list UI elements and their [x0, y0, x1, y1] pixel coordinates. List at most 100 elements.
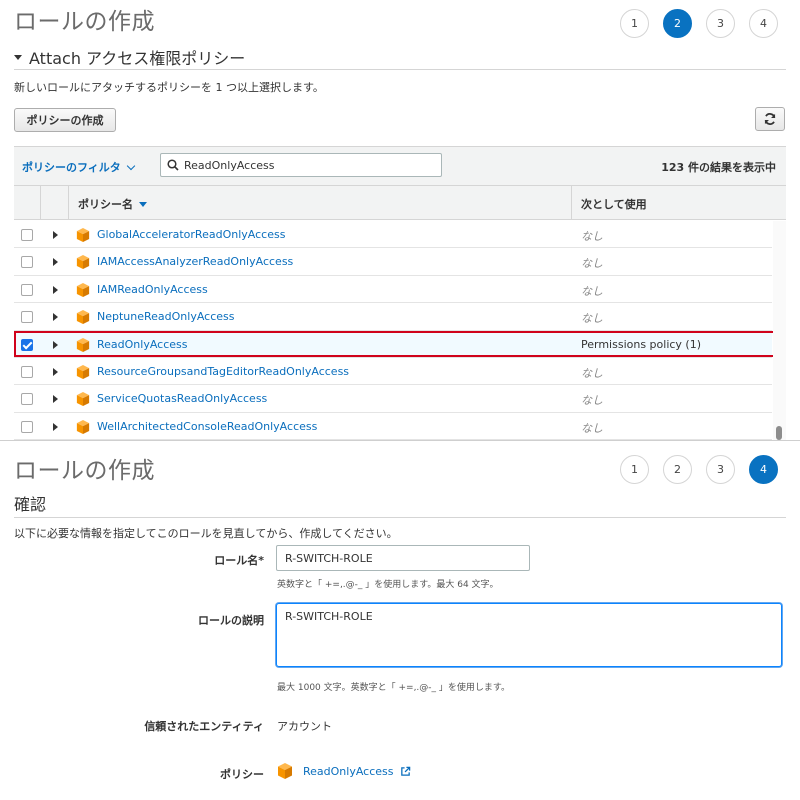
row-checkbox[interactable]	[21, 365, 33, 378]
search-box[interactable]	[160, 153, 442, 177]
role-description-hint: 最大 1000 文字。英数字と「 +=,.@-_ 」を使用します。	[277, 683, 511, 693]
row-checkbox[interactable]	[21, 229, 33, 241]
section-divider	[14, 517, 786, 518]
policy-used-as: なし	[581, 366, 603, 380]
policy-used-as: なし	[581, 257, 603, 271]
column-policy-name-label: ポリシー名	[78, 198, 133, 211]
policy-name-link[interactable]: NeptuneReadOnlyAccess	[97, 310, 235, 323]
table-row[interactable]: NeptuneReadOnlyAccess なし	[14, 303, 772, 331]
policy-link-text[interactable]: ReadOnlyAccess	[303, 765, 394, 778]
policy-label: ポリシー	[220, 768, 264, 781]
policy-cube-icon	[76, 227, 90, 246]
step-1[interactable]: 1	[620, 455, 649, 484]
expand-triangle-icon[interactable]	[53, 367, 58, 376]
section-header[interactable]: Attach アクセス権限ポリシー	[14, 44, 786, 70]
policy-link[interactable]: ReadOnlyAccess	[277, 762, 411, 780]
step-1[interactable]: 1	[620, 9, 649, 38]
table-row[interactable]: ResourceGroupsandTagEditorReadOnlyAccess…	[14, 358, 772, 386]
section-title: Attach アクセス権限ポリシー	[29, 48, 246, 68]
role-name-hint: 英数字と「 +=,.@-_ 」を使用します。最大 64 文字。	[277, 580, 499, 590]
refresh-button[interactable]	[755, 107, 785, 131]
table-row[interactable]: WellArchitectedConsoleReadOnlyAccess なし	[14, 413, 772, 441]
policy-used-as: なし	[581, 312, 603, 326]
trusted-entity-label: 信頼されたエンティティ	[144, 720, 264, 733]
filter-label: ポリシーのフィルタ	[22, 161, 121, 174]
step-2[interactable]: 2	[663, 455, 692, 484]
section-description: 新しいロールにアタッチするポリシーを 1 つ以上選択します。	[14, 81, 324, 94]
step-indicator: 1 2 3 4	[620, 455, 778, 484]
column-used-as: 次として使用	[581, 198, 647, 211]
search-icon	[167, 159, 179, 171]
column-policy-name[interactable]: ポリシー名	[78, 196, 147, 212]
expand-triangle-icon[interactable]	[53, 395, 58, 404]
row-checkbox[interactable]	[21, 420, 33, 433]
trusted-entity-value: アカウント	[277, 720, 332, 733]
step-3[interactable]: 3	[706, 9, 735, 38]
sort-caret-icon	[139, 201, 147, 207]
step-indicator: 1 2 3 4	[620, 9, 778, 38]
role-name-input[interactable]	[276, 545, 530, 571]
scrollbar-thumb[interactable]	[776, 426, 782, 440]
search-input[interactable]	[184, 158, 424, 172]
policy-cube-icon	[76, 419, 90, 438]
expand-triangle-icon[interactable]	[53, 313, 58, 322]
external-link-icon[interactable]	[400, 766, 411, 777]
row-checkbox[interactable]	[21, 256, 33, 269]
section-title: 確認	[14, 495, 47, 514]
chevron-down-icon	[126, 161, 136, 170]
policy-used-as: なし	[581, 421, 603, 435]
expand-triangle-icon[interactable]	[53, 422, 58, 431]
filter-bar: ポリシーのフィルタ 123 件の結果を表示中	[14, 146, 786, 186]
policy-cube-icon	[76, 364, 90, 383]
policy-cube-icon	[76, 391, 90, 410]
column-divider	[571, 186, 572, 220]
policy-cube-icon	[76, 254, 90, 273]
policy-name-link[interactable]: IAMAccessAnalyzerReadOnlyAccess	[97, 255, 293, 268]
column-divider	[40, 186, 41, 220]
table-row[interactable]: ServiceQuotasReadOnlyAccess なし	[14, 385, 772, 413]
step-2[interactable]: 2	[663, 9, 692, 38]
policy-cube-icon	[76, 309, 90, 328]
caret-down-icon	[14, 54, 22, 60]
expand-triangle-icon[interactable]	[53, 258, 58, 267]
policy-name-link[interactable]: IAMReadOnlyAccess	[97, 283, 208, 296]
table-row[interactable]: ReadOnlyAccess Permissions policy (1)	[14, 330, 772, 358]
row-checkbox[interactable]	[21, 283, 33, 296]
policy-name-link[interactable]: ReadOnlyAccess	[97, 338, 188, 351]
row-checkbox[interactable]	[21, 311, 33, 324]
expand-triangle-icon[interactable]	[53, 340, 58, 349]
role-description-textarea[interactable]: R-SWITCH-ROLE	[276, 603, 782, 667]
policy-table-body: GlobalAcceleratorReadOnlyAccess なし IAMAcce…	[14, 221, 772, 441]
create-policy-button[interactable]: ポリシーの作成	[14, 108, 116, 132]
policy-name-link[interactable]: ServiceQuotasReadOnlyAccess	[97, 392, 267, 405]
policy-name-link[interactable]: ResourceGroupsandTagEditorReadOnlyAccess	[97, 365, 349, 378]
policy-used-as: なし	[581, 230, 603, 243]
expand-triangle-icon[interactable]	[53, 285, 58, 294]
column-divider	[68, 186, 69, 220]
table-row[interactable]: GlobalAcceleratorReadOnlyAccess なし	[14, 221, 772, 249]
policy-used-as: なし	[581, 284, 603, 298]
policy-cube-icon	[76, 337, 90, 356]
page-title: ロールの作成	[14, 9, 155, 35]
row-checkbox[interactable]	[21, 393, 33, 406]
policy-cube-icon	[278, 763, 292, 779]
review-panel: ロールの作成 1 2 3 4 確認 以下に必要な情報を指定してこのロールを見直し…	[0, 441, 800, 800]
table-header: ポリシー名 次として使用	[14, 186, 786, 220]
expand-triangle-icon[interactable]	[53, 231, 58, 239]
table-row[interactable]: IAMAccessAnalyzerReadOnlyAccess なし	[14, 248, 772, 276]
scrollbar-track[interactable]	[773, 221, 786, 440]
step-4[interactable]: 4	[749, 9, 778, 38]
section-description: 以下に必要な情報を指定してこのロールを見直してから、作成してください。	[14, 527, 398, 540]
row-checkbox[interactable]	[21, 338, 33, 351]
step-4[interactable]: 4	[749, 455, 778, 484]
role-description-label: ロールの説明	[198, 614, 264, 627]
policy-cube-icon	[76, 282, 90, 301]
table-row[interactable]: IAMReadOnlyAccess なし	[14, 276, 772, 304]
step-3[interactable]: 3	[706, 455, 735, 484]
policy-name-link[interactable]: GlobalAcceleratorReadOnlyAccess	[97, 228, 285, 241]
filter-dropdown[interactable]: ポリシーのフィルタ	[22, 159, 136, 175]
attach-policy-panel: ロールの作成 1 2 3 4 Attach アクセス権限ポリシー 新しいロールに…	[0, 0, 800, 441]
policy-used-as: Permissions policy (1)	[581, 337, 702, 351]
policy-name-link[interactable]: WellArchitectedConsoleReadOnlyAccess	[97, 420, 317, 433]
page-title: ロールの作成	[14, 458, 155, 484]
